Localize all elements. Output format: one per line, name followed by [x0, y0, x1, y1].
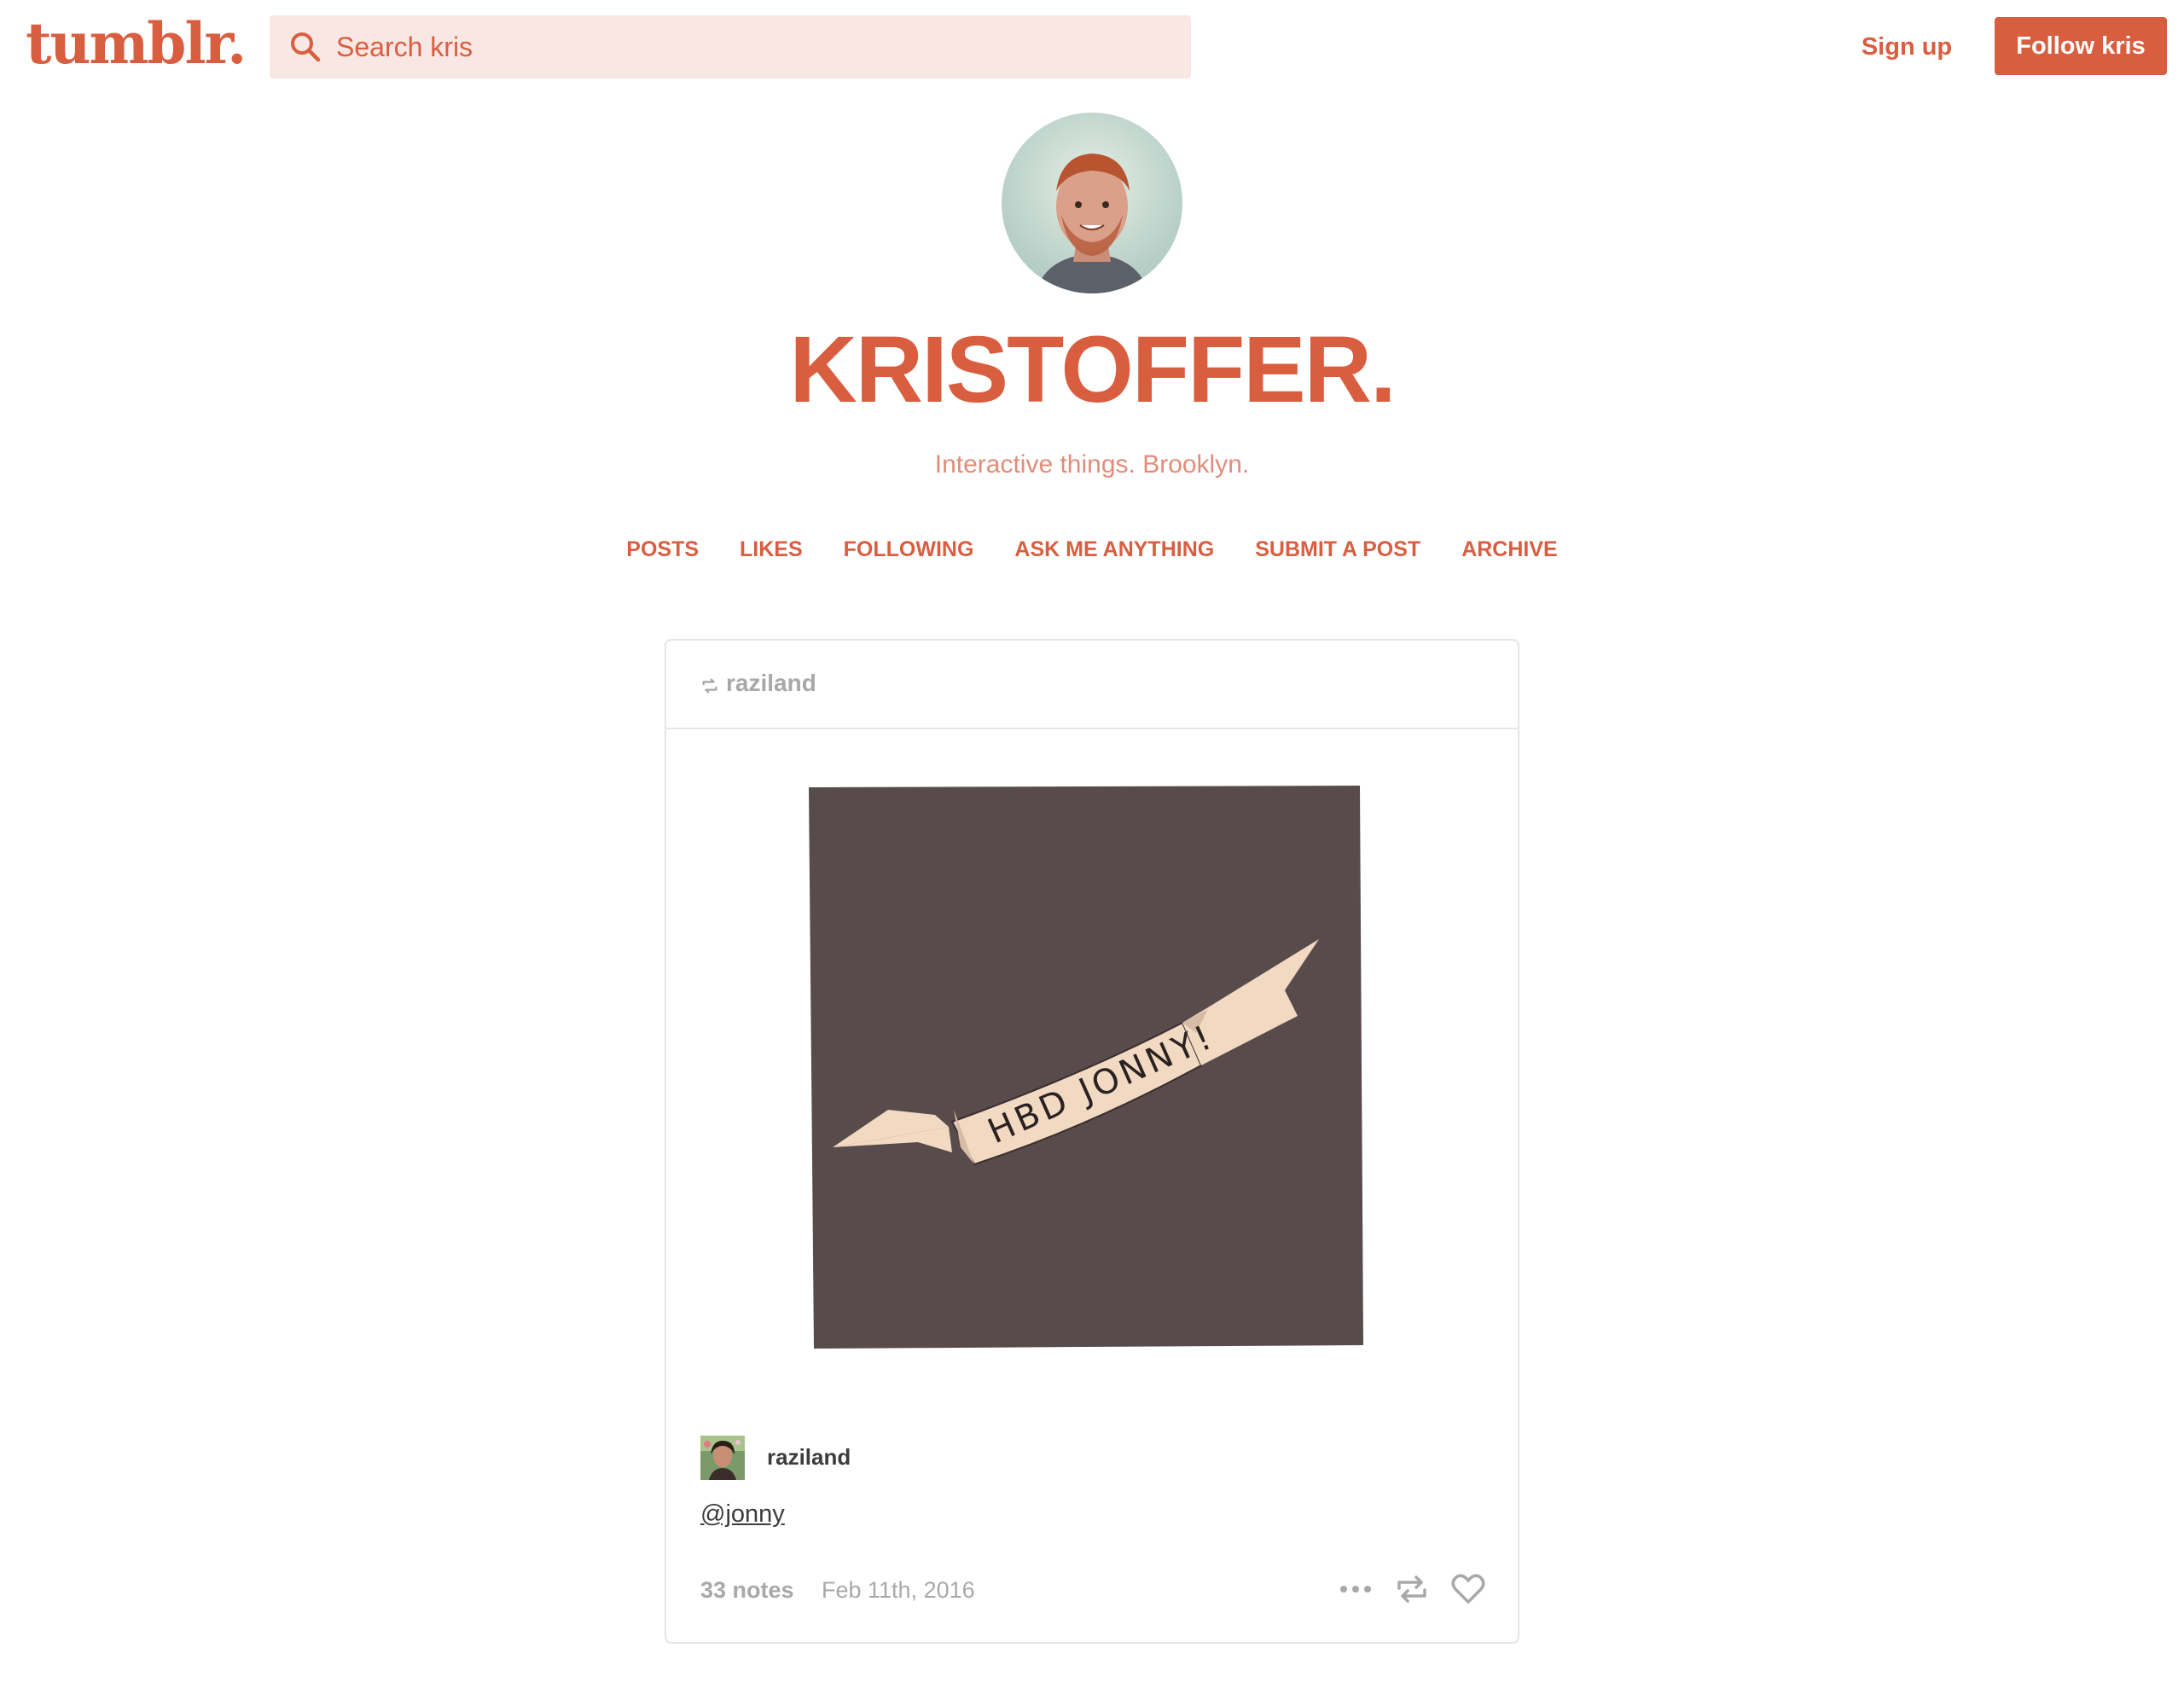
heart-icon[interactable]	[1451, 1570, 1485, 1608]
search-icon	[291, 32, 321, 62]
nav-ask-me-anything[interactable]: ASK ME ANYTHING	[1014, 537, 1214, 562]
nav-archive[interactable]: ARCHIVE	[1461, 537, 1558, 562]
nav-following[interactable]: FOLLOWING	[844, 537, 974, 562]
body-mention-link[interactable]: @jonny	[700, 1500, 785, 1529]
notes-count[interactable]: 33 notes	[700, 1577, 794, 1604]
author-name[interactable]: raziland	[767, 1444, 851, 1471]
post-actions	[1339, 1570, 1485, 1608]
post-card: raziland HBD JONNY! raziland @jonny 33 n…	[665, 639, 1519, 1644]
follow-button[interactable]: Follow kris	[1995, 17, 2167, 75]
blog-title[interactable]: KRISTOFFER.	[0, 316, 2184, 424]
blog-avatar[interactable]	[1002, 113, 1182, 293]
search-bar[interactable]	[270, 15, 1191, 78]
post-footer: 33 notes Feb 11th, 2016	[700, 1570, 1485, 1613]
more-dots-icon[interactable]	[1339, 1570, 1373, 1608]
post-date[interactable]: Feb 11th, 2016	[822, 1577, 975, 1604]
author-avatar[interactable]	[700, 1436, 745, 1480]
nav-likes[interactable]: LIKES	[740, 537, 803, 562]
nav-submit-a-post[interactable]: SUBMIT A POST	[1255, 537, 1420, 562]
post-image[interactable]: HBD JONNY!	[807, 786, 1370, 1353]
nav-posts[interactable]: POSTS	[626, 537, 699, 562]
reblog-icon	[702, 678, 717, 693]
post-byline: raziland	[700, 1436, 1485, 1480]
blog-nav: POSTS LIKES FOLLOWING ASK ME ANYTHING SU…	[0, 537, 2184, 562]
post-header: raziland	[666, 641, 1518, 729]
blog-description: Interactive things. Brooklyn.	[934, 450, 1250, 479]
reblogged-from-link[interactable]: raziland	[726, 670, 816, 697]
top-bar: tumblr. Sign up Follow kris	[0, 0, 2184, 94]
tumblr-logo[interactable]: tumblr.	[26, 10, 247, 77]
reblog-button-icon[interactable]	[1395, 1570, 1429, 1608]
signup-button[interactable]: Sign up	[1843, 26, 1971, 68]
search-input[interactable]	[336, 15, 1172, 78]
